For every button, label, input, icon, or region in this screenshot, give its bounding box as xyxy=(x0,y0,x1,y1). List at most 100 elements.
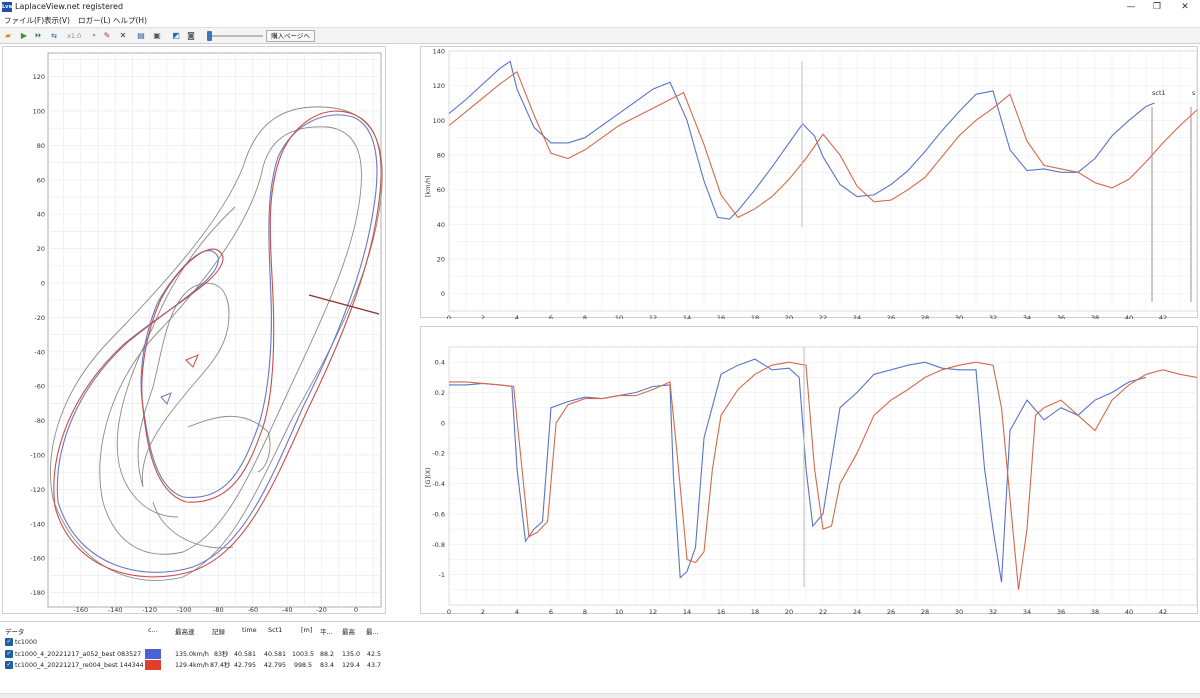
g-force-chart-panel[interactable]: 0 2 4 6 8 10 12 14 16 18 20 22 24 26 28 30 32 34 36 38 40 42 0… xyxy=(420,326,1199,616)
map-y-tick-label: -100 xyxy=(30,452,45,460)
max-speed-cell: 129.4km/h xyxy=(175,662,209,669)
close-button[interactable]: ✕ xyxy=(1172,0,1198,14)
track-map-chart[interactable]: -160 -140 -120 -100 -80 -60 -40 -20 0 120 100 80 60 4… xyxy=(3,47,387,615)
document-icon[interactable]: ▤ xyxy=(135,30,147,42)
play-icon[interactable]: ▶ xyxy=(18,30,30,42)
lap-marker-icon[interactable]: ✎ xyxy=(101,30,113,42)
series-color-swatch[interactable] xyxy=(145,660,161,670)
window-title: LaplaceView.net registered xyxy=(15,2,124,11)
time-cell: 42.795 xyxy=(234,662,257,669)
y-tick-label: 60 xyxy=(437,186,445,194)
row-checkbox[interactable]: ✓ xyxy=(5,661,13,669)
record-cell: 83秒 xyxy=(214,651,229,658)
menu-logger[interactable]: ロガー(L) xyxy=(78,15,111,27)
max-cell: 129.4 xyxy=(342,662,361,669)
x-tick-label: 8 xyxy=(583,314,587,319)
x-tick-label: 10 xyxy=(615,608,623,615)
header-sct1[interactable]: Sct1 xyxy=(268,626,282,634)
speed-axis-labels: 0 2 4 6 8 10 12 14 16 18 20 22 24 26 28 30 32 34 36 38 40 421… xyxy=(433,48,1168,323)
x-tick-label: 28 xyxy=(921,608,929,615)
g-force-chart[interactable]: 0 2 4 6 8 10 12 14 16 18 20 22 24 26 28 30 32 34 36 38 40 420… xyxy=(421,327,1199,616)
x-tick-label: 32 xyxy=(989,314,997,319)
x-tick-label: 20 xyxy=(785,314,793,319)
map-y-tick-label: 0 xyxy=(41,280,45,288)
playback-slider[interactable] xyxy=(207,35,263,37)
x-tick-label: 36 xyxy=(1057,314,1065,319)
x-tick-label: 34 xyxy=(1023,608,1031,615)
speed-grid xyxy=(448,50,1198,312)
step-icon[interactable]: ⏵⏵ xyxy=(32,30,44,42)
x-tick-label: 26 xyxy=(887,314,895,319)
camera-icon[interactable]: ◙ xyxy=(185,30,197,42)
header-record[interactable]: 記録 xyxy=(212,626,225,636)
map-y-tick-label: -140 xyxy=(30,520,45,528)
maximize-button[interactable]: ❐ xyxy=(1144,0,1170,14)
group-row[interactable]: ✓ tc1000 xyxy=(0,637,1200,648)
header-data[interactable]: データ xyxy=(5,626,25,636)
g-axis-labels: 0 2 4 6 8 10 12 14 16 18 20 22 24 26 28 30 32 34 36 38 40 420… xyxy=(432,359,1167,616)
map-y-tick-label: -20 xyxy=(34,314,45,322)
map-x-tick-label: -80 xyxy=(213,606,224,614)
y-tick-label: 80 xyxy=(437,152,445,160)
x-tick-label: 6 xyxy=(549,608,553,615)
speed-chart-panel[interactable]: 0 2 4 6 8 10 12 14 16 18 20 22 24 26 28 30 32 34 36 38 40 42 1… xyxy=(420,46,1199,323)
menu-file[interactable]: ファイル(F) xyxy=(4,15,44,27)
y-tick-label: 20 xyxy=(437,256,445,264)
session-name: tc1000_4_20221217_a052_best 083527 xyxy=(15,651,142,658)
delete-icon[interactable]: ✕ xyxy=(117,30,129,42)
infield-road xyxy=(116,206,236,518)
header-time[interactable]: time xyxy=(242,626,257,634)
open-folder-icon[interactable]: ▰ xyxy=(2,30,14,42)
chevron-down-icon[interactable]: ▾ xyxy=(88,30,100,42)
table-row[interactable]: ✓ tc1000_4_20221217_re004_best 144344 12… xyxy=(0,660,1200,671)
x-tick-label: 30 xyxy=(955,608,963,615)
app-logo-icon: Lvw xyxy=(2,2,14,12)
speed-select[interactable]: x1.0 xyxy=(67,31,81,41)
track-inner-edge xyxy=(99,126,362,555)
header-color[interactable]: c... xyxy=(148,626,158,634)
y-tick-label: -0.4 xyxy=(432,480,445,488)
playback-slider-thumb[interactable] xyxy=(207,31,213,41)
blue-racing-line xyxy=(56,114,378,573)
header-max-speed[interactable]: 最高速 xyxy=(175,626,195,636)
track-map-panel[interactable]: -160 -140 -120 -100 -80 -60 -40 -20 0 120 100 80 60 4… xyxy=(2,46,386,614)
y-tick-label: 0.2 xyxy=(435,389,445,397)
map-x-tick-label: -40 xyxy=(282,606,293,614)
header-average[interactable]: 平... xyxy=(320,626,333,636)
start-finish-line xyxy=(308,294,380,315)
header-distance[interactable]: [m] xyxy=(301,626,312,634)
map-x-tick-label: -140 xyxy=(108,606,123,614)
buy-page-button[interactable]: 購入ページへ xyxy=(266,30,315,42)
y-tick-label: -1 xyxy=(439,571,445,579)
x-tick-label: 0 xyxy=(447,608,451,615)
table-row[interactable]: ✓ tc1000_4_20221217_a052_best 083527 135… xyxy=(0,649,1200,660)
menu-view[interactable]: 表示(V) xyxy=(44,15,70,27)
series-color-swatch[interactable] xyxy=(145,649,161,659)
x-tick-label: 36 xyxy=(1057,608,1065,615)
graph-icon[interactable]: ◩ xyxy=(170,30,182,42)
g-y-axis-title: [G](X) xyxy=(424,467,432,487)
y-tick-label: 0 xyxy=(441,419,445,427)
sector-label-2: s xyxy=(1192,89,1196,97)
x-tick-label: 22 xyxy=(819,314,827,319)
map-x-tick-label: 0 xyxy=(354,606,358,614)
x-tick-label: 40 xyxy=(1125,608,1133,615)
blue-direction-marker xyxy=(160,392,172,405)
sector-label: sct1 xyxy=(1152,89,1166,97)
header-last[interactable]: 最... xyxy=(366,626,379,636)
map-x-tick-label: -60 xyxy=(247,606,258,614)
menu-help[interactable]: ヘルプ(H) xyxy=(113,15,147,27)
x-tick-label: 14 xyxy=(683,608,691,615)
speed-chart[interactable]: 0 2 4 6 8 10 12 14 16 18 20 22 24 26 28 30 32 34 36 38 40 421… xyxy=(421,47,1199,323)
max-speed-cell: 135.0km/h xyxy=(175,651,209,658)
x-tick-label: 16 xyxy=(717,314,725,319)
sync-icon[interactable]: ⇆ xyxy=(48,30,60,42)
y-tick-label: 140 xyxy=(433,48,445,56)
header-max[interactable]: 最高 xyxy=(342,626,355,636)
export-icon[interactable]: ▣ xyxy=(151,30,163,42)
row-checkbox[interactable]: ✓ xyxy=(5,650,13,658)
map-y-tick-label: 100 xyxy=(33,108,45,116)
group-checkbox[interactable]: ✓ xyxy=(5,638,13,646)
y-tick-label: -0.2 xyxy=(432,450,445,458)
minimize-button[interactable]: — xyxy=(1118,0,1144,14)
